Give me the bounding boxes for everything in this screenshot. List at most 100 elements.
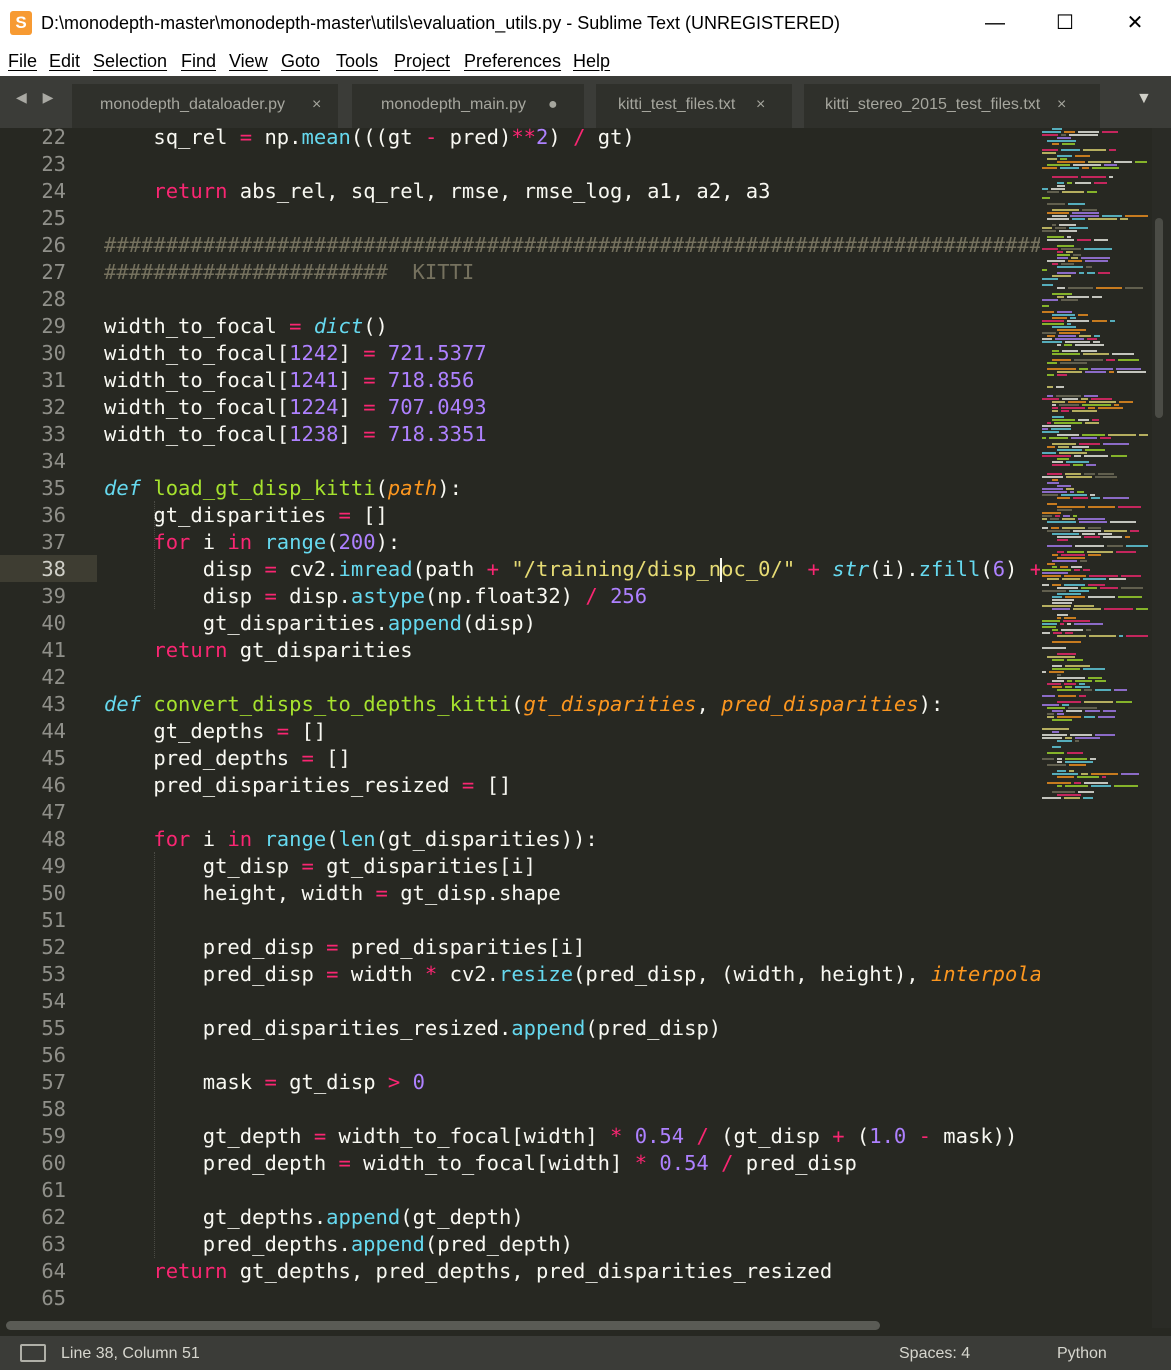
minimap-line: [1084, 536, 1100, 538]
code-line[interactable]: width_to_focal[1241] = 718.856: [104, 367, 474, 394]
minimap-line: [1047, 521, 1076, 523]
indentation-setting[interactable]: Spaces: 4: [899, 1345, 970, 1363]
code-line[interactable]: gt_depths = []: [104, 718, 326, 745]
menu-goto[interactable]: Goto: [281, 51, 320, 72]
minimap-line: [1061, 248, 1081, 250]
menu-file[interactable]: File: [8, 51, 37, 72]
code-line[interactable]: width_to_focal[1224] = 707.0493: [104, 394, 487, 421]
code-line[interactable]: ####################### KITTI: [104, 259, 474, 286]
minimap-line: [1103, 443, 1129, 445]
tab-kitti-stereo-2015[interactable]: kitti_stereo_2015_test_files.txt ×: [804, 84, 1100, 128]
code-editor[interactable]: 22 23 24 25 26 27 28 29 30 31 32 33 34 35 36 37 38 39 40 41…: [0, 125, 1171, 1336]
maximize-button[interactable]: ☐: [1030, 0, 1100, 48]
indent-guide: [154, 501, 155, 609]
code-line[interactable]: pred_disp = width * cv2.resize(pred_disp…: [104, 961, 1092, 988]
code-line[interactable]: pred_disparities_resized.append(pred_dis…: [104, 1015, 721, 1042]
code-line[interactable]: width_to_focal = dict(): [104, 313, 388, 340]
code-line[interactable]: return abs_rel, sq_rel, rmse, rmse_log, …: [104, 178, 770, 205]
minimap-line: [1084, 395, 1098, 397]
minimap-line: [1047, 335, 1055, 337]
minimap-line: [1088, 161, 1111, 163]
minimap-line: [1053, 632, 1062, 634]
code-line[interactable]: width_to_focal[1242] = 721.5377: [104, 340, 487, 367]
minimap-line: [1047, 656, 1075, 658]
tab-monodepth-main[interactable]: monodepth_main.py ●: [352, 84, 584, 128]
menu-find[interactable]: Find: [181, 51, 216, 72]
code-line[interactable]: return gt_depths, pred_depths, pred_disp…: [104, 1258, 832, 1285]
code-line[interactable]: mask = gt_disp > 0: [104, 1069, 425, 1096]
menu-tools[interactable]: Tools: [336, 51, 378, 72]
vertical-scrollbar-thumb[interactable]: [1155, 218, 1163, 418]
code-line[interactable]: gt_disp = gt_disparities[i]: [104, 853, 536, 880]
code-line[interactable]: pred_depth = width_to_focal[width] * 0.5…: [104, 1150, 857, 1177]
minimap[interactable]: [1040, 128, 1150, 1328]
minimap-line: [1095, 680, 1106, 682]
minimap-line: [1052, 668, 1080, 670]
code-line[interactable]: def convert_disps_to_depths_kitti(gt_dis…: [104, 691, 943, 718]
line-number: 28: [41, 287, 66, 311]
menu-project[interactable]: Project: [394, 51, 450, 72]
minimap-line: [1065, 596, 1085, 598]
code-line[interactable]: pred_disparities_resized = []: [104, 772, 511, 799]
tab-kitti-test-files[interactable]: kitti_test_files.txt ×: [596, 84, 792, 128]
line-number: 49: [41, 854, 66, 878]
code-line[interactable]: ########################################…: [104, 232, 1067, 259]
code-line[interactable]: gt_disparities.append(disp): [104, 610, 536, 637]
minimap-line: [1066, 476, 1092, 478]
unsaved-dot-icon[interactable]: ●: [548, 84, 558, 126]
minimap-line: [1047, 362, 1057, 364]
minimap-line: [1065, 665, 1090, 667]
minimap-line: [1062, 527, 1085, 529]
minimap-line: [1052, 602, 1072, 604]
menu-view[interactable]: View: [229, 51, 268, 72]
minimize-button[interactable]: —: [960, 0, 1030, 48]
cursor-position[interactable]: Line 38, Column 51: [61, 1345, 200, 1363]
panel-toggle-icon[interactable]: [20, 1344, 46, 1362]
code-line[interactable]: gt_depths.append(gt_depth): [104, 1204, 524, 1231]
minimap-line: [1047, 446, 1055, 448]
tab-navigation-arrows-icon[interactable]: ◀ ▶: [16, 89, 59, 106]
code-line[interactable]: sq_rel = np.mean(((gt - pred)**2) / gt): [104, 124, 634, 151]
menu-help[interactable]: Help: [573, 51, 610, 72]
code-line[interactable]: pred_depths = []: [104, 745, 351, 772]
code-line[interactable]: for i in range(len(gt_disparities)):: [104, 826, 597, 853]
close-button[interactable]: ✕: [1100, 0, 1170, 48]
minimap-line: [1042, 323, 1064, 325]
minimap-line: [1079, 335, 1091, 337]
code-line[interactable]: gt_depth = width_to_focal[width] * 0.54 …: [104, 1123, 1018, 1150]
minimap-line: [1068, 287, 1093, 289]
code-line[interactable]: return gt_disparities: [104, 637, 412, 664]
minimap-line: [1074, 605, 1094, 607]
menu-edit[interactable]: Edit: [49, 51, 80, 72]
minimap-line: [1082, 209, 1097, 211]
code-line[interactable]: disp = cv2.imread(path + "/training/disp…: [104, 556, 1171, 583]
menu-selection[interactable]: Selection: [93, 51, 167, 72]
minimap-line: [1064, 797, 1080, 799]
code-line[interactable]: for i in range(200):: [104, 529, 400, 556]
code-line[interactable]: gt_disparities = []: [104, 502, 388, 529]
minimap-line: [1078, 518, 1105, 520]
tab-close-icon[interactable]: ×: [312, 84, 321, 126]
minimap-line: [1069, 134, 1098, 136]
tab-list-dropdown-icon[interactable]: ▼: [1136, 90, 1152, 108]
tab-monodepth-dataloader[interactable]: monodepth_dataloader.py ×: [72, 84, 338, 128]
code-line[interactable]: width_to_focal[1238] = 718.3351: [104, 421, 487, 448]
tab-close-icon[interactable]: ×: [1057, 84, 1066, 126]
code-line[interactable]: height, width = gt_disp.shape: [104, 880, 561, 907]
minimap-line: [1057, 254, 1070, 256]
menu-preferences[interactable]: Preferences: [464, 51, 561, 72]
minimap-line: [1067, 752, 1083, 754]
horizontal-scrollbar-thumb[interactable]: [6, 1321, 880, 1330]
tab-close-icon[interactable]: ×: [756, 84, 765, 126]
line-number: 27: [41, 260, 66, 284]
code-line[interactable]: pred_disp = pred_disparities[i]: [104, 934, 586, 961]
code-line[interactable]: def load_gt_disp_kitti(path):: [104, 475, 462, 502]
line-number: 60: [41, 1151, 66, 1175]
code-line[interactable]: disp = disp.astype(np.float32) / 256: [104, 583, 647, 610]
minimap-line: [1072, 446, 1089, 448]
minimap-line: [1066, 461, 1089, 463]
minimap-line: [1052, 461, 1063, 463]
syntax-selector[interactable]: Python: [1057, 1345, 1107, 1363]
minimap-line: [1118, 506, 1141, 508]
code-line[interactable]: pred_depths.append(pred_depth): [104, 1231, 573, 1258]
